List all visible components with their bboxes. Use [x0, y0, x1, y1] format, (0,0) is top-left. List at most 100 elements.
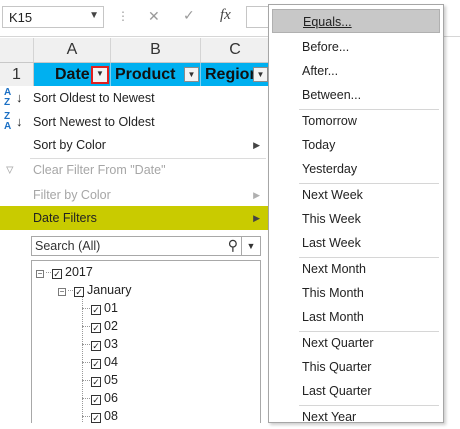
filter-by-color-item[interactable]: Filter by Color ▶: [0, 183, 268, 207]
sort-oldest-to-newest-item[interactable]: AZ ↓ Sort Oldest to Newest: [0, 86, 268, 110]
date-filters-item[interactable]: Date Filters ▶: [0, 206, 268, 230]
date-filter-next-week[interactable]: Next Week: [272, 183, 440, 207]
date-filter-before[interactable]: Before...: [272, 35, 440, 59]
date-filter-last-quarter[interactable]: Last Quarter: [272, 379, 440, 403]
sort-newest-to-oldest-item[interactable]: ZA ↓ Sort Newest to Oldest: [0, 110, 268, 134]
chevron-down-icon[interactable]: ▼: [89, 10, 99, 21]
checkbox-checked-icon[interactable]: ✓: [91, 341, 101, 351]
column-header-a[interactable]: A: [34, 38, 111, 62]
clear-filter-icon: ▿: [6, 161, 14, 178]
insert-function-button[interactable]: fx: [220, 7, 231, 24]
search-placeholder: Search (All): [35, 239, 101, 253]
menu-item-label: Next Week: [302, 188, 363, 202]
search-icon: ⚲: [227, 237, 238, 253]
date-filter-dropdown-button[interactable]: ▼: [91, 66, 109, 84]
tree-node-label: 06: [104, 391, 118, 405]
checkbox-checked-icon[interactable]: ✓: [91, 305, 101, 315]
header-cell-label: Region: [205, 66, 260, 83]
column-header-row: A B C: [0, 38, 270, 63]
select-all-corner[interactable]: [0, 38, 34, 62]
tree-node-label: 04: [104, 355, 118, 369]
autofilter-menu: AZ ↓ Sort Oldest to Newest ZA ↓ Sort New…: [0, 86, 269, 423]
menu-item-label: Equals...: [303, 15, 352, 29]
menu-item-label: Before...: [302, 40, 350, 54]
checkbox-checked-icon[interactable]: ✓: [91, 377, 101, 387]
name-box[interactable]: K15 ▼: [2, 6, 104, 28]
date-filter-yesterday[interactable]: Yesterday: [272, 157, 440, 181]
menu-item-label: Next Month: [302, 262, 366, 276]
column-header-c[interactable]: C: [201, 38, 270, 62]
tree-node-year[interactable]: − ✓ 2017: [36, 263, 93, 281]
menu-item-label: Yesterday: [302, 162, 358, 176]
date-filter-next-month[interactable]: Next Month: [272, 257, 440, 281]
clear-filter-item[interactable]: ▿ Clear Filter From "Date": [0, 158, 268, 182]
enter-check-icon[interactable]: ✓: [183, 7, 195, 24]
tree-node-label: 03: [104, 337, 118, 351]
checkbox-checked-icon[interactable]: ✓: [91, 413, 101, 423]
sort-by-color-item[interactable]: Sort by Color ▶: [0, 133, 268, 157]
date-filters-submenu: Equals... Before... After... Between... …: [268, 4, 444, 424]
down-arrow-icon: ↓: [16, 114, 23, 129]
menu-item-label: This Week: [302, 212, 361, 226]
checkbox-checked-icon[interactable]: ✓: [91, 395, 101, 405]
formula-input[interactable]: [246, 6, 268, 28]
menu-item-label: Date Filters: [33, 211, 97, 225]
menu-item-label: Clear Filter From "Date": [33, 163, 166, 177]
column-header-b[interactable]: B: [111, 38, 201, 62]
date-filter-this-month[interactable]: This Month: [272, 281, 440, 305]
collapse-icon[interactable]: −: [58, 288, 66, 296]
tree-node-day[interactable]: ✓ 08: [82, 407, 118, 423]
date-filter-next-year[interactable]: Next Year: [272, 405, 440, 429]
date-filter-equals[interactable]: Equals...: [272, 9, 440, 33]
tree-node-day[interactable]: ✓ 01: [82, 299, 118, 317]
menu-item-label: Filter by Color: [33, 188, 111, 202]
chevron-right-icon: ▶: [253, 213, 260, 223]
filter-search-input[interactable]: Search (All) ⚲ ▼: [31, 236, 261, 256]
tree-node-day[interactable]: ✓ 04: [82, 353, 118, 371]
checkbox-checked-icon[interactable]: ✓: [91, 323, 101, 333]
date-filter-after[interactable]: After...: [272, 59, 440, 83]
date-filter-tomorrow[interactable]: Tomorrow: [272, 109, 440, 133]
header-cell-label: Product: [115, 66, 176, 83]
menu-item-label: This Quarter: [302, 360, 372, 374]
date-filter-today[interactable]: Today: [272, 133, 440, 157]
tree-node-day[interactable]: ✓ 06: [82, 389, 118, 407]
menu-item-label: Last Week: [302, 236, 361, 250]
cancel-icon[interactable]: ✕: [148, 8, 160, 25]
date-filter-between[interactable]: Between...: [272, 83, 440, 107]
chevron-right-icon: ▶: [253, 190, 260, 200]
date-filter-this-week[interactable]: This Week: [272, 207, 440, 231]
tree-node-day[interactable]: ✓ 05: [82, 371, 118, 389]
row-number[interactable]: 1: [0, 63, 34, 86]
date-filter-this-quarter[interactable]: This Quarter: [272, 355, 440, 379]
menu-item-label: This Month: [302, 286, 364, 300]
header-row: 1 Date ▼ Product ▼ Region ▼: [0, 63, 270, 86]
checkbox-checked-icon[interactable]: ✓: [74, 287, 84, 297]
tree-node-day[interactable]: ✓ 02: [82, 317, 118, 335]
menu-item-label: Sort Oldest to Newest: [33, 91, 155, 105]
tree-node-label: 05: [104, 373, 118, 387]
tree-node-label: 02: [104, 319, 118, 333]
filter-value-tree: − ✓ 2017 − ✓ January ✓ 01 ✓ 02 ✓ 03 ✓ 04 ✓ 05 ✓ 06…: [31, 260, 261, 423]
chevron-down-icon[interactable]: ▼: [241, 237, 260, 255]
menu-item-label: Today: [302, 138, 336, 152]
date-filter-last-week[interactable]: Last Week: [272, 231, 440, 255]
product-filter-dropdown-button[interactable]: ▼: [184, 67, 199, 82]
checkbox-checked-icon[interactable]: ✓: [91, 359, 101, 369]
down-arrow-icon: ↓: [16, 90, 23, 105]
checkbox-checked-icon[interactable]: ✓: [52, 269, 62, 279]
name-box-value: K15: [9, 10, 33, 25]
header-cell-label: Date: [55, 66, 90, 83]
tree-node-day[interactable]: ✓ 03: [82, 335, 118, 353]
tree-node-month[interactable]: − ✓ January: [58, 281, 131, 299]
menu-item-label: Sort by Color: [33, 138, 106, 152]
date-filter-next-quarter[interactable]: Next Quarter: [272, 331, 440, 355]
tree-node-label: January: [87, 283, 132, 297]
menu-item-label: After...: [302, 64, 339, 78]
collapse-icon[interactable]: −: [36, 270, 44, 278]
menu-item-label: Between...: [302, 88, 362, 102]
date-filter-last-month[interactable]: Last Month: [272, 305, 440, 329]
tree-node-label: 08: [104, 409, 118, 423]
region-filter-dropdown-button[interactable]: ▼: [253, 67, 268, 82]
menu-item-label: Sort Newest to Oldest: [33, 115, 155, 129]
